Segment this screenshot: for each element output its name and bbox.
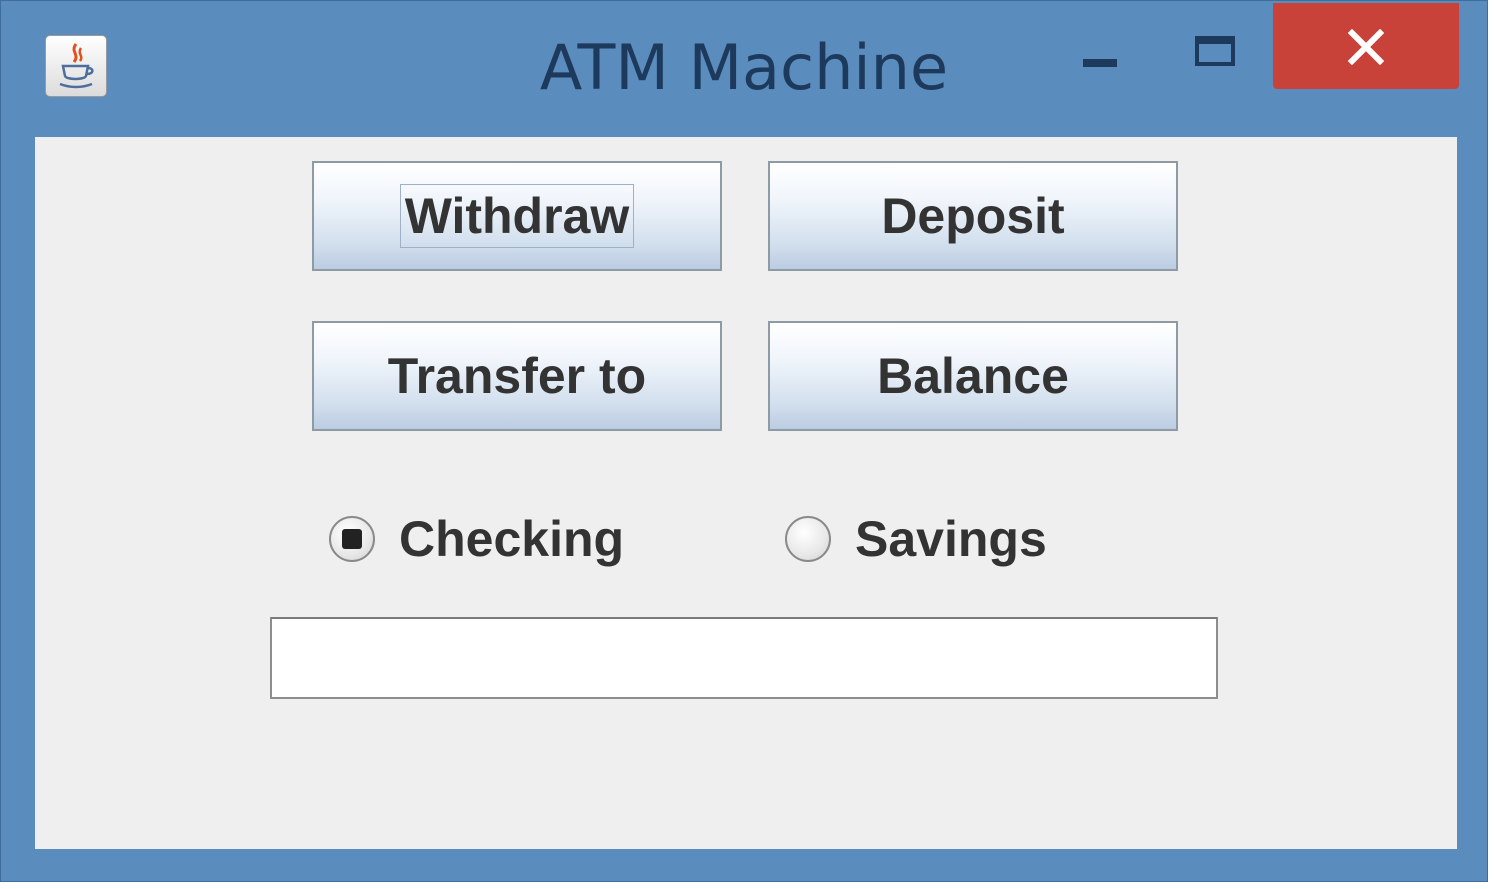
transfer-to-button[interactable]: Transfer to <box>312 321 722 431</box>
title-bar[interactable]: ATM Machine <box>1 1 1487 137</box>
savings-radio[interactable]: Savings <box>785 509 1047 569</box>
deposit-button-label: Deposit <box>881 188 1065 244</box>
minimize-icon[interactable] <box>1061 31 1141 91</box>
radio-unselected-icon[interactable] <box>785 516 831 562</box>
atm-window: ATM Machine Withdraw Deposit Transfer to… <box>0 0 1488 882</box>
deposit-button[interactable]: Deposit <box>768 161 1178 271</box>
maximize-icon[interactable] <box>1173 25 1259 85</box>
close-icon <box>1348 29 1384 65</box>
checking-radio[interactable]: Checking <box>329 509 624 569</box>
withdraw-button-label: Withdraw <box>399 184 635 248</box>
close-button[interactable] <box>1273 3 1459 89</box>
window-title: ATM Machine <box>539 31 949 104</box>
radio-selected-icon[interactable] <box>329 516 375 562</box>
balance-button[interactable]: Balance <box>768 321 1178 431</box>
savings-radio-label: Savings <box>855 511 1047 567</box>
checking-radio-label: Checking <box>399 511 625 567</box>
transfer-to-button-label: Transfer to <box>387 348 647 404</box>
amount-input[interactable] <box>270 617 1218 699</box>
balance-button-label: Balance <box>877 348 1069 404</box>
withdraw-button[interactable]: Withdraw <box>312 161 722 271</box>
content-panel: Withdraw Deposit Transfer to Balance Che… <box>35 137 1457 849</box>
